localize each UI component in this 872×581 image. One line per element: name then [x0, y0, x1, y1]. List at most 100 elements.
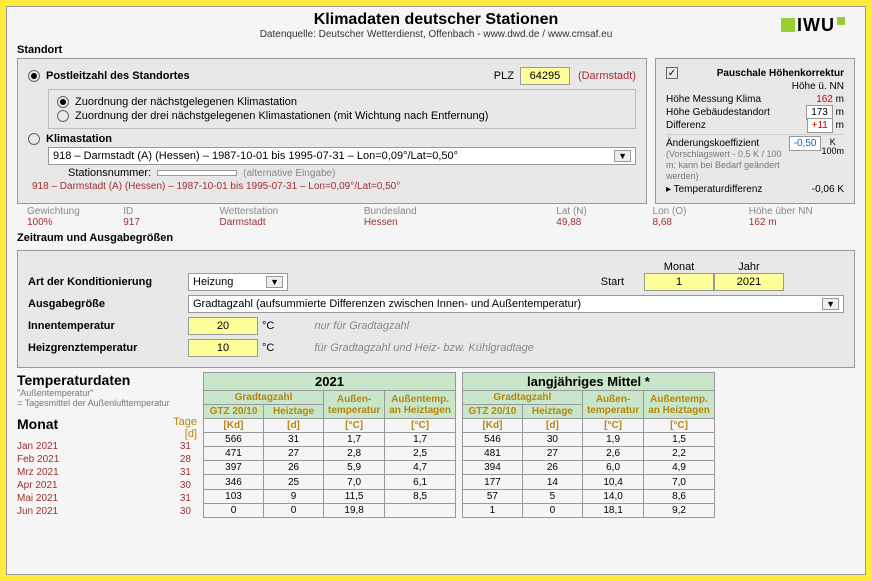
- subtitle: Datenquelle: Deutscher Wetterdienst, Off…: [7, 29, 865, 40]
- gewichtung-l: Gewichtung: [27, 206, 123, 217]
- hoehe-nn: Höhe ü. NN: [792, 81, 844, 92]
- height-checkbox[interactable]: ✓: [666, 67, 678, 79]
- ausgabe-label: Ausgabegröße: [28, 298, 188, 310]
- stationsnummer-input[interactable]: [157, 170, 237, 176]
- unit-c: °C: [262, 320, 274, 332]
- innen-input[interactable]: 20: [188, 317, 258, 335]
- plz-input[interactable]: 64295: [520, 67, 570, 85]
- plz-city: (Darmstadt): [578, 70, 636, 82]
- mittel-header: langjähriges Mittel *: [462, 373, 714, 391]
- days-cell: 30: [133, 479, 197, 492]
- data-cell: 14,0: [582, 489, 643, 503]
- temp-title: Temperaturdaten: [17, 372, 197, 388]
- data-cell: 10,4: [582, 475, 643, 489]
- messung-label: Höhe Messung Klima: [666, 94, 761, 105]
- days-cell: 28: [133, 453, 197, 466]
- monat-col-label: Monat: [17, 416, 58, 432]
- id-l: ID: [123, 206, 219, 217]
- plz-option-label: Postleitzahl des Standortes: [46, 70, 190, 82]
- data-cell: 0: [264, 503, 324, 517]
- data-cell: 9: [264, 489, 324, 503]
- gtz-header: GTZ 20/10: [462, 405, 522, 419]
- data-cell: 5: [522, 489, 582, 503]
- data-cell: 8,5: [385, 489, 456, 503]
- data-cell: 1: [462, 503, 522, 517]
- standort-label: Höhe Gebäudestandort: [666, 107, 770, 118]
- tempdiff-label: Temperaturdifferenz: [674, 184, 763, 195]
- plz-label: PLZ: [494, 70, 514, 82]
- data-cell: 27: [522, 447, 582, 461]
- monat-header: Monat: [644, 261, 714, 273]
- data-cell: 2,6: [582, 447, 643, 461]
- koef-value[interactable]: -0,50: [789, 136, 822, 151]
- hoehe-l: Höhe über NN: [749, 206, 845, 217]
- klimastation-label: Klimastation: [46, 133, 112, 145]
- alt-eingabe-note: (alternative Eingabe): [243, 168, 335, 179]
- heizgrenz-label: Heizgrenztemperatur: [28, 342, 188, 354]
- temp-note1: "Außentemperatur": [17, 388, 197, 398]
- aussenheiz-header: Außentemp. an Heiztagen: [385, 391, 456, 419]
- gtz-header: GTZ 20/10: [204, 405, 264, 419]
- d-unit: [d]: [522, 419, 582, 433]
- unit-m: m: [836, 94, 844, 105]
- c-unit: [°C]: [385, 419, 456, 433]
- temp-note2: = Tagesmittel der Außenlufttemperatur: [17, 398, 197, 408]
- c-unit: [°C]: [582, 419, 643, 433]
- ausgabe-select[interactable]: Gradtagzahl (aufsummierte Differenzen zw…: [188, 295, 844, 313]
- innen-label: Innentemperatur: [28, 320, 188, 332]
- jahr-input[interactable]: 2021: [714, 273, 784, 291]
- data-cell: 1,5: [644, 433, 715, 447]
- ausgabe-value: Gradtagzahl (aufsummierte Differenzen zw…: [193, 298, 581, 310]
- wetter-l: Wetterstation: [219, 206, 363, 217]
- heizgrenz-input[interactable]: 10: [188, 339, 258, 357]
- aussenheiz-header: Außentemp. an Heiztagen: [644, 391, 715, 419]
- data-cell: 57: [462, 489, 522, 503]
- monat-input[interactable]: 1: [644, 273, 714, 291]
- bundesland-v: Hessen: [364, 217, 556, 228]
- data-cell: 19,8: [324, 503, 385, 517]
- d-unit: [d]: [157, 428, 197, 440]
- lon-v: 8,68: [653, 217, 749, 228]
- lat-v: 49,88: [556, 217, 652, 228]
- data-cell: 481: [462, 447, 522, 461]
- data-cell: 394: [462, 461, 522, 475]
- standort-label: Standort: [7, 42, 865, 58]
- radio-klimastation[interactable]: [28, 133, 40, 145]
- kond-value: Heizung: [193, 276, 233, 288]
- c-unit: [°C]: [644, 419, 715, 433]
- dropdown-arrow-icon: ▼: [266, 276, 283, 288]
- data-cell: 346: [204, 475, 264, 489]
- dropdown-arrow-icon: ▼: [614, 150, 631, 162]
- id-v: 917: [123, 217, 219, 228]
- data-cell: 5,9: [324, 461, 385, 475]
- data-cell: 14: [522, 475, 582, 489]
- station-select[interactable]: 918 – Darmstadt (A) (Hessen) – 1987-10-0…: [48, 147, 636, 165]
- data-cell: 177: [462, 475, 522, 489]
- radio-zuordnung1[interactable]: [57, 96, 69, 108]
- radio-plz[interactable]: [28, 70, 40, 82]
- tage-label: Tage: [157, 416, 197, 428]
- days-cell: 31: [133, 440, 197, 453]
- data-cell: 397: [204, 461, 264, 475]
- unit-c: °C: [262, 342, 274, 354]
- messung-value: 162: [816, 94, 833, 105]
- dropdown-arrow-icon: ▼: [822, 298, 839, 310]
- month-cell: Feb 2021: [17, 453, 133, 466]
- data-cell: 7,0: [324, 475, 385, 489]
- kond-select[interactable]: Heizung ▼: [188, 273, 288, 291]
- heiztage-header: Heiztage: [522, 405, 582, 419]
- data-cell: 6,1: [385, 475, 456, 489]
- lon-l: Lon (O): [653, 206, 749, 217]
- data-cell: 2,8: [324, 447, 385, 461]
- iwu-logo: IWU: [781, 15, 845, 36]
- data-cell: 471: [204, 447, 264, 461]
- data-cell: 566: [204, 433, 264, 447]
- heiztage-header: Heiztage: [264, 405, 324, 419]
- station-info: 918 – Darmstadt (A) (Hessen) – 1987-10-0…: [28, 181, 636, 192]
- unit-m: m: [836, 107, 844, 118]
- start-label: Start: [601, 276, 624, 288]
- page-title: Klimadaten deutscher Stationen: [7, 11, 865, 29]
- radio-zuordnung2[interactable]: [57, 110, 69, 122]
- gradtag-header: Gradtagzahl: [462, 391, 582, 405]
- data-cell: 1,7: [324, 433, 385, 447]
